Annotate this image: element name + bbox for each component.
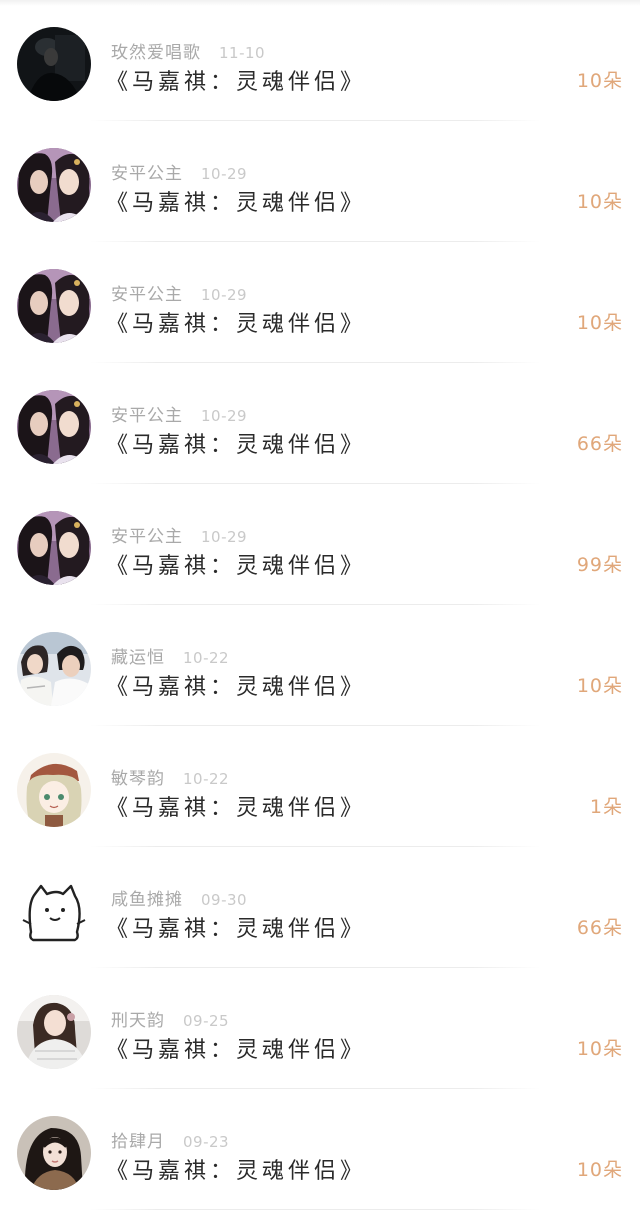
list-item[interactable]: 玫然爱唱歌 11-10 《马嘉祺：灵魂伴侣》 10朵 <box>0 0 640 121</box>
timestamp: 09-25 <box>183 1012 230 1030</box>
item-meta: 安平公主 10-29 <box>111 280 248 305</box>
item-meta: 藏运恒 10-22 <box>111 643 230 668</box>
song-title: 《马嘉祺：灵魂伴侣》 <box>106 312 367 337</box>
flower-count: 10朵 <box>576 70 623 92</box>
user-name[interactable]: 刑天韵 <box>111 1011 165 1031</box>
item-meta: 安平公主 10-29 <box>111 159 248 184</box>
timestamp: 10-29 <box>201 528 248 546</box>
list-item[interactable]: 刑天韵 09-25 《马嘉祺：灵魂伴侣》 10朵 <box>0 968 640 1089</box>
user-name[interactable]: 玫然爱唱歌 <box>111 43 201 63</box>
song-title: 《马嘉祺：灵魂伴侣》 <box>106 554 367 579</box>
flower-count: 10朵 <box>576 191 623 213</box>
song-title: 《马嘉祺：灵魂伴侣》 <box>106 675 367 700</box>
avatar[interactable] <box>17 511 91 585</box>
user-name[interactable]: 拾肆月 <box>111 1132 165 1152</box>
timestamp: 10-29 <box>201 407 248 425</box>
user-name[interactable]: 安平公主 <box>111 527 183 547</box>
user-name[interactable]: 敏琴韵 <box>111 769 165 789</box>
user-name[interactable]: 咸鱼摊摊 <box>111 890 183 910</box>
avatar[interactable] <box>17 27 91 101</box>
flower-count: 10朵 <box>576 1159 623 1181</box>
song-title: 《马嘉祺：灵魂伴侣》 <box>106 1038 367 1063</box>
item-meta: 安平公主 10-29 <box>111 401 248 426</box>
flower-count: 66朵 <box>576 433 623 455</box>
list-item[interactable]: 拾肆月 09-23 《马嘉祺：灵魂伴侣》 10朵 <box>0 1089 640 1210</box>
list-item[interactable]: 安平公主 10-29 《马嘉祺：灵魂伴侣》 10朵 <box>0 242 640 363</box>
list-item[interactable]: 咸鱼摊摊 09-30 《马嘉祺：灵魂伴侣》 66朵 <box>0 847 640 968</box>
song-title: 《马嘉祺：灵魂伴侣》 <box>106 1159 367 1184</box>
avatar[interactable] <box>17 632 91 706</box>
item-meta: 拾肆月 09-23 <box>111 1127 230 1152</box>
avatar[interactable] <box>17 390 91 464</box>
item-meta: 玫然爱唱歌 11-10 <box>111 38 266 63</box>
flower-count: 66朵 <box>576 917 623 939</box>
list-item[interactable]: 安平公主 10-29 《马嘉祺：灵魂伴侣》 66朵 <box>0 363 640 484</box>
user-name[interactable]: 安平公主 <box>111 406 183 426</box>
list-item[interactable]: 安平公主 10-29 《马嘉祺：灵魂伴侣》 10朵 <box>0 121 640 242</box>
flower-count: 1朵 <box>589 796 623 818</box>
avatar[interactable] <box>17 1116 91 1190</box>
song-title: 《马嘉祺：灵魂伴侣》 <box>106 191 367 216</box>
avatar[interactable] <box>17 995 91 1069</box>
timestamp: 10-29 <box>201 165 248 183</box>
user-name[interactable]: 安平公主 <box>111 164 183 184</box>
item-meta: 安平公主 10-29 <box>111 522 248 547</box>
song-title: 《马嘉祺：灵魂伴侣》 <box>106 433 367 458</box>
item-meta: 咸鱼摊摊 09-30 <box>111 885 248 910</box>
list-item[interactable]: 安平公主 10-29 《马嘉祺：灵魂伴侣》 99朵 <box>0 484 640 605</box>
timestamp: 09-23 <box>183 1133 230 1151</box>
timestamp: 09-30 <box>201 891 248 909</box>
timestamp: 11-10 <box>219 44 266 62</box>
flower-count: 99朵 <box>576 554 623 576</box>
avatar[interactable] <box>17 753 91 827</box>
avatar[interactable] <box>17 148 91 222</box>
song-title: 《马嘉祺：灵魂伴侣》 <box>106 917 367 942</box>
list-item[interactable]: 藏运恒 10-22 《马嘉祺：灵魂伴侣》 10朵 <box>0 605 640 726</box>
flower-count: 10朵 <box>576 312 623 334</box>
timestamp: 10-22 <box>183 770 230 788</box>
item-meta: 刑天韵 09-25 <box>111 1006 230 1031</box>
flower-count: 10朵 <box>576 1038 623 1060</box>
divider <box>90 1209 540 1210</box>
user-name[interactable]: 藏运恒 <box>111 648 165 668</box>
song-title: 《马嘉祺：灵魂伴侣》 <box>106 70 367 95</box>
timestamp: 10-22 <box>183 649 230 667</box>
user-name[interactable]: 安平公主 <box>111 285 183 305</box>
flower-count: 10朵 <box>576 675 623 697</box>
avatar[interactable] <box>17 269 91 343</box>
timestamp: 10-29 <box>201 286 248 304</box>
item-meta: 敏琴韵 10-22 <box>111 764 230 789</box>
list-item[interactable]: 敏琴韵 10-22 《马嘉祺：灵魂伴侣》 1朵 <box>0 726 640 847</box>
avatar[interactable] <box>17 874 91 948</box>
song-title: 《马嘉祺：灵魂伴侣》 <box>106 796 367 821</box>
